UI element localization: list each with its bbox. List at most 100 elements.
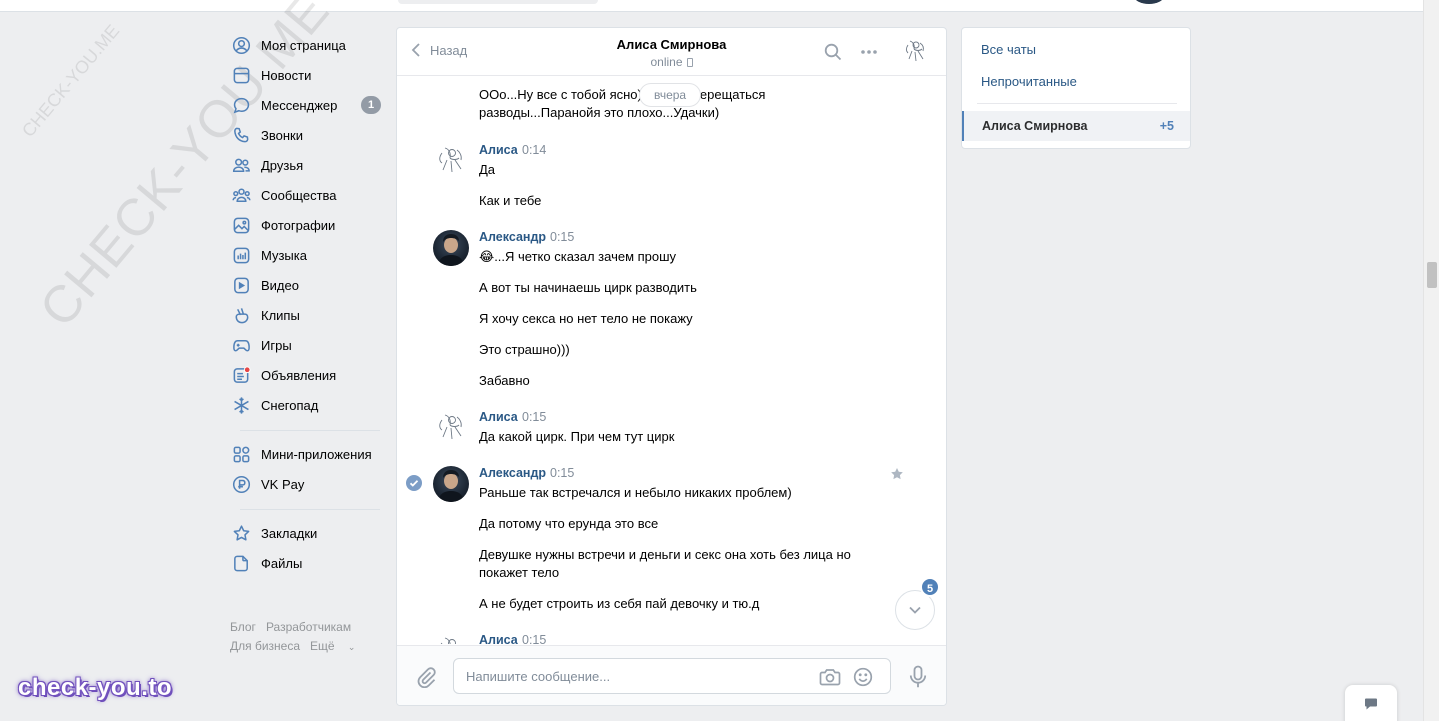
avatar[interactable] bbox=[433, 230, 469, 266]
message-text: Да bbox=[479, 162, 496, 177]
nav-label: Клипы bbox=[261, 307, 300, 323]
nav-label: Файлы bbox=[261, 555, 303, 571]
active-chat-item[interactable]: Алиса Смирнова +5 bbox=[962, 111, 1190, 141]
nav-item-files[interactable]: Файлы bbox=[230, 548, 380, 578]
message-text: А не будет строить из себя пай девочку и… bbox=[479, 596, 760, 611]
message-text: Я хочу секса но нет тело не покажу bbox=[479, 311, 693, 326]
nav-item-snowfall[interactable]: Снегопад bbox=[230, 390, 380, 420]
chat-avatar[interactable] bbox=[900, 37, 930, 67]
more-icon[interactable] bbox=[860, 43, 878, 64]
header-avatar[interactable] bbox=[1134, 0, 1164, 4]
chevron-down-icon bbox=[909, 606, 921, 614]
footer-link-more[interactable]: Ещё ⌄ bbox=[310, 639, 365, 653]
online-status: online bbox=[650, 55, 683, 69]
watermark-small: CHECK-YOU.ME bbox=[18, 20, 124, 141]
nav-label: Друзья bbox=[261, 157, 304, 173]
header-search-field[interactable] bbox=[398, 0, 598, 4]
page-scrollbar[interactable] bbox=[1423, 0, 1439, 721]
chevron-down-icon: ⌄ bbox=[347, 642, 356, 652]
filter-unread[interactable]: Непрочитанные bbox=[981, 74, 1077, 89]
search-icon[interactable] bbox=[824, 43, 842, 64]
nav-divider bbox=[240, 430, 380, 431]
filter-all-chats[interactable]: Все чаты bbox=[981, 42, 1036, 57]
message-text: разводы...Паранойя это плохо...Удачки) bbox=[479, 105, 720, 120]
sidebar-footer: Блог Разработчикам Для бизнеса Ещё ⌄ bbox=[230, 618, 380, 657]
clips-icon bbox=[231, 305, 251, 325]
footer-link-developers[interactable]: Разработчикам bbox=[266, 620, 351, 634]
message-time[interactable]: 0:15 bbox=[522, 633, 546, 644]
snowflake-icon bbox=[231, 395, 251, 415]
message-input[interactable] bbox=[466, 667, 806, 685]
message-text: ООо...Ну все с тобой ясно) ерещаться bbox=[479, 86, 765, 104]
nav-label: Объявления bbox=[261, 367, 337, 383]
message-author[interactable]: Алиса bbox=[479, 410, 518, 424]
chat-filter-panel: Все чаты Непрочитанные Алиса Смирнова +5 bbox=[961, 27, 1191, 149]
message-time[interactable]: 0:14 bbox=[522, 143, 546, 157]
message-input-box[interactable] bbox=[453, 658, 891, 694]
nav-item-clips[interactable]: Клипы bbox=[230, 300, 380, 330]
nav-label: Новости bbox=[261, 67, 312, 83]
nav-item-bookmarks[interactable]: Закладки bbox=[230, 518, 380, 548]
star-icon bbox=[231, 523, 251, 543]
footer-link-business[interactable]: Для бизнеса bbox=[230, 639, 300, 653]
avatar[interactable] bbox=[433, 466, 469, 502]
scrollbar-thumb[interactable] bbox=[1427, 262, 1437, 288]
message-list: ООо...Ну все с тобой ясно) ерещаться вчер… bbox=[397, 77, 946, 644]
microphone-icon[interactable] bbox=[908, 665, 928, 692]
scroll-to-bottom-button[interactable]: 5 bbox=[895, 577, 940, 630]
chat-bubble-icon bbox=[1365, 698, 1377, 710]
message-composer bbox=[397, 645, 946, 705]
mobile-icon bbox=[686, 58, 693, 67]
nav-item-messenger[interactable]: Мессенджер 1 bbox=[230, 90, 381, 120]
message-author[interactable]: Александр bbox=[479, 466, 546, 480]
message-text: 😂...Я четко сказал зачем прошу bbox=[479, 249, 677, 264]
nav-label: Фотографии bbox=[261, 217, 336, 233]
nav-item-video[interactable]: Видео bbox=[230, 270, 380, 300]
nav-label: Игры bbox=[261, 337, 292, 353]
active-chat-name: Алиса Смирнова bbox=[982, 119, 1088, 133]
message-icon bbox=[231, 95, 251, 115]
nav-item-vk-pay[interactable]: VK Pay bbox=[230, 469, 380, 499]
star-icon[interactable] bbox=[890, 467, 904, 484]
photo-icon bbox=[231, 215, 251, 235]
nav-item-music[interactable]: Музыка bbox=[230, 240, 380, 270]
nav-label: Снегопад bbox=[261, 397, 319, 413]
message-time[interactable]: 0:15 bbox=[522, 410, 546, 424]
footer-link-blog[interactable]: Блог bbox=[230, 620, 256, 634]
message-text: покажет тело bbox=[479, 565, 560, 580]
message-fragment: ерещаться bbox=[699, 87, 766, 102]
nav-item-communities[interactable]: Сообщества bbox=[230, 180, 380, 210]
message-text: Как и тебе bbox=[479, 193, 542, 208]
communities-icon bbox=[231, 185, 251, 205]
nav-item-ads[interactable]: Объявления bbox=[230, 360, 380, 390]
emoji-icon[interactable] bbox=[853, 667, 873, 690]
nav-item-friends[interactable]: Друзья bbox=[230, 150, 380, 180]
avatar[interactable] bbox=[433, 143, 469, 179]
nav-label: Музыка bbox=[261, 247, 307, 263]
nav-item-news[interactable]: Новости bbox=[230, 60, 380, 90]
nav-item-calls[interactable]: Звонки bbox=[230, 120, 380, 150]
nav-item-games[interactable]: Игры bbox=[230, 330, 380, 360]
message-text: Раньше так встречался и небыло никаких п… bbox=[479, 485, 792, 500]
message-author[interactable]: Алиса bbox=[479, 633, 518, 644]
message-author[interactable]: Александр bbox=[479, 230, 546, 244]
nav-label: Сообщества bbox=[261, 187, 337, 203]
nav-label: Видео bbox=[261, 277, 299, 293]
message-text: Да какой цирк. При чем тут цирк bbox=[479, 429, 675, 444]
nav-item-mini-apps[interactable]: Мини-приложения bbox=[230, 439, 380, 469]
message-author[interactable]: Алиса bbox=[479, 143, 518, 157]
avatar[interactable] bbox=[433, 410, 469, 446]
message-text: А вот ты начинаешь цирк разводить bbox=[479, 280, 697, 295]
open-chats-button[interactable] bbox=[1345, 685, 1397, 721]
message-time[interactable]: 0:15 bbox=[550, 466, 574, 480]
nav-item-my-page[interactable]: Моя страница bbox=[230, 30, 380, 60]
avatar[interactable] bbox=[433, 633, 469, 644]
message-time[interactable]: 0:15 bbox=[550, 230, 574, 244]
attach-icon[interactable] bbox=[415, 666, 437, 691]
file-icon bbox=[231, 553, 251, 573]
camera-icon[interactable] bbox=[819, 667, 841, 690]
selected-check-icon[interactable] bbox=[406, 475, 422, 491]
nav-item-photos[interactable]: Фотографии bbox=[230, 210, 380, 240]
watermark-logo: check-you.to bbox=[18, 674, 173, 701]
messenger-unread-badge: 1 bbox=[361, 96, 381, 114]
